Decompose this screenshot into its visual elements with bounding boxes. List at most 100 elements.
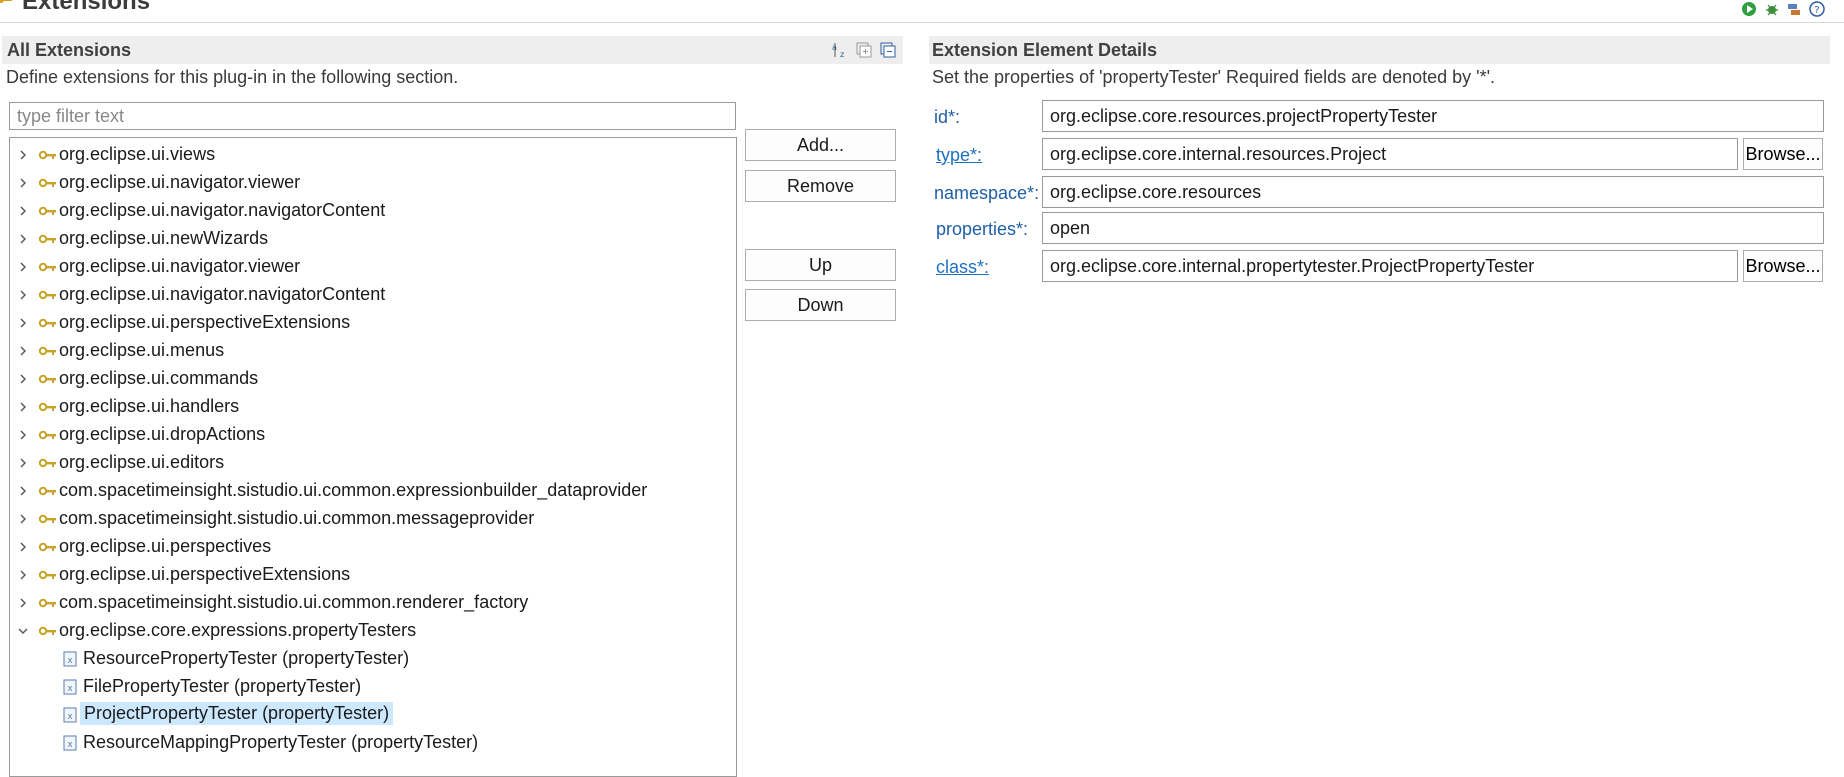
add-button[interactable]: Add... [745, 129, 896, 161]
chevron-right-icon[interactable] [16, 284, 30, 306]
tree-item-label: org.eclipse.ui.navigator.navigatorConten… [59, 284, 386, 304]
extension-point-icon [38, 486, 56, 496]
tree-child-item[interactable]: x ResourcePropertyTester (propertyTester) [10, 646, 734, 672]
chevron-right-icon[interactable] [16, 396, 30, 418]
chevron-right-icon[interactable] [16, 536, 30, 558]
plugin-icon[interactable] [1786, 1, 1802, 17]
debug-icon[interactable] [1764, 1, 1780, 17]
chevron-right-icon[interactable] [16, 172, 30, 194]
tree-item[interactable]: org.eclipse.ui.newWizards [10, 226, 734, 252]
extension-element-icon: x [63, 707, 77, 723]
tree-item-label: org.eclipse.ui.newWizards [59, 228, 269, 248]
type-link[interactable]: type*: [936, 145, 982, 166]
tree-item-label: com.spacetimeinsight.sistudio.ui.common.… [59, 592, 529, 612]
extension-point-icon [38, 262, 56, 272]
chevron-right-icon[interactable] [16, 256, 30, 278]
tree-item[interactable]: org.eclipse.ui.editors [10, 450, 734, 476]
chevron-right-icon[interactable] [16, 592, 30, 614]
tree-item-label: org.eclipse.ui.navigator.viewer [59, 172, 301, 192]
tree-child-label: ProjectPropertyTester (propertyTester) [80, 702, 394, 725]
tree-child-item-selected[interactable]: x ProjectPropertyTester (propertyTester) [10, 702, 734, 728]
tree-item[interactable]: org.eclipse.ui.navigator.viewer [10, 170, 734, 196]
tree-child-item[interactable]: x FilePropertyTester (propertyTester) [10, 674, 734, 700]
chevron-right-icon[interactable] [16, 340, 30, 362]
tree-item-label: com.spacetimeinsight.sistudio.ui.common.… [59, 508, 535, 528]
expand-all-icon[interactable] [855, 41, 873, 59]
tree-child-item[interactable]: x ResourceMappingPropertyTester (property… [10, 730, 734, 756]
tree-item-label: org.eclipse.ui.editors [59, 452, 225, 472]
help-icon[interactable]: ? [1809, 1, 1825, 17]
chevron-right-icon[interactable] [16, 312, 30, 334]
filter-input[interactable] [9, 102, 736, 130]
type-field[interactable] [1042, 138, 1738, 170]
tree-item[interactable]: com.spacetimeinsight.sistudio.ui.common.… [10, 590, 734, 616]
extension-point-icon [38, 430, 56, 440]
tree-item[interactable]: org.eclipse.ui.views [10, 142, 734, 168]
tree-item[interactable]: org.eclipse.ui.navigator.navigatorConten… [10, 198, 734, 224]
tree-item[interactable]: com.spacetimeinsight.sistudio.ui.common.… [10, 506, 734, 532]
extension-point-icon [38, 318, 56, 328]
svg-text:x: x [67, 656, 73, 666]
class-link[interactable]: class*: [936, 257, 989, 278]
tree-item[interactable]: org.eclipse.ui.navigator.viewer [10, 254, 734, 280]
all-extensions-description: Define extensions for this plug-in in th… [6, 67, 459, 87]
up-button[interactable]: Up [745, 249, 896, 281]
tree-item[interactable]: org.eclipse.ui.handlers [10, 394, 734, 420]
page-title: Extensions [22, 0, 151, 15]
extension-point-icon [38, 290, 56, 300]
extension-point-icon [38, 598, 56, 608]
extension-point-icon [38, 234, 56, 244]
id-field[interactable] [1042, 100, 1824, 132]
tree-item[interactable]: org.eclipse.ui.perspectives [10, 534, 734, 560]
properties-label: properties*: [936, 219, 1029, 239]
sort-alpha-icon[interactable]: a z [831, 41, 849, 59]
chevron-right-icon[interactable] [16, 368, 30, 390]
tree-child-label: FilePropertyTester (propertyTester) [83, 676, 362, 696]
chevron-right-icon[interactable] [16, 424, 30, 446]
chevron-right-icon[interactable] [16, 564, 30, 586]
tree-item[interactable]: org.eclipse.ui.dropActions [10, 422, 734, 448]
remove-button[interactable]: Remove [745, 170, 896, 202]
extension-point-icon [38, 626, 56, 636]
chevron-right-icon[interactable] [16, 480, 30, 502]
chevron-right-icon[interactable] [16, 508, 30, 530]
tree-item-label: org.eclipse.ui.commands [59, 368, 259, 388]
extension-point-icon [38, 514, 56, 524]
svg-text:x: x [67, 712, 73, 722]
id-label: id*: [934, 107, 961, 127]
properties-field[interactable] [1042, 212, 1824, 244]
all-extensions-title: All Extensions [7, 40, 132, 60]
tree-item[interactable]: com.spacetimeinsight.sistudio.ui.common.… [10, 478, 734, 504]
collapse-all-icon[interactable] [879, 41, 897, 59]
class-field[interactable] [1042, 250, 1738, 282]
extension-point-icon [38, 402, 56, 412]
chevron-right-icon[interactable] [16, 200, 30, 222]
type-browse-button[interactable]: Browse... [1743, 138, 1823, 170]
tree-item-label: org.eclipse.ui.handlers [59, 396, 240, 416]
extension-point-icon [38, 458, 56, 468]
details-header: Extension Element Details [929, 36, 1830, 64]
tree-item[interactable]: org.eclipse.ui.perspectiveExtensions [10, 310, 734, 336]
chevron-right-icon[interactable] [16, 452, 30, 474]
class-browse-button[interactable]: Browse... [1743, 250, 1823, 282]
run-icon[interactable] [1741, 1, 1757, 17]
tree-item[interactable]: org.eclipse.core.expressions.propertyTes… [10, 618, 734, 644]
namespace-label: namespace*: [934, 183, 1040, 203]
extension-point-icon [38, 542, 56, 552]
tree-item[interactable]: org.eclipse.ui.navigator.navigatorConten… [10, 282, 734, 308]
tree-item[interactable]: org.eclipse.ui.commands [10, 366, 734, 392]
tree-item-label: com.spacetimeinsight.sistudio.ui.common.… [59, 480, 648, 500]
chevron-right-icon[interactable] [16, 228, 30, 250]
namespace-field[interactable] [1042, 176, 1824, 208]
tree-item-label: org.eclipse.ui.perspectiveExtensions [59, 312, 351, 332]
tree-child-label: ResourcePropertyTester (propertyTester) [83, 648, 410, 668]
extensions-tree[interactable]: org.eclipse.ui.views org.eclipse.ui.navig… [9, 137, 737, 777]
chevron-down-icon[interactable] [16, 620, 30, 642]
down-button[interactable]: Down [745, 289, 896, 321]
details-description: Set the properties of 'propertyTester' R… [932, 67, 1496, 87]
extension-point-icon [38, 206, 56, 216]
extension-point-icon [38, 570, 56, 580]
chevron-right-icon[interactable] [16, 144, 30, 166]
tree-item[interactable]: org.eclipse.ui.perspectiveExtensions [10, 562, 734, 588]
tree-item[interactable]: org.eclipse.ui.menus [10, 338, 734, 364]
